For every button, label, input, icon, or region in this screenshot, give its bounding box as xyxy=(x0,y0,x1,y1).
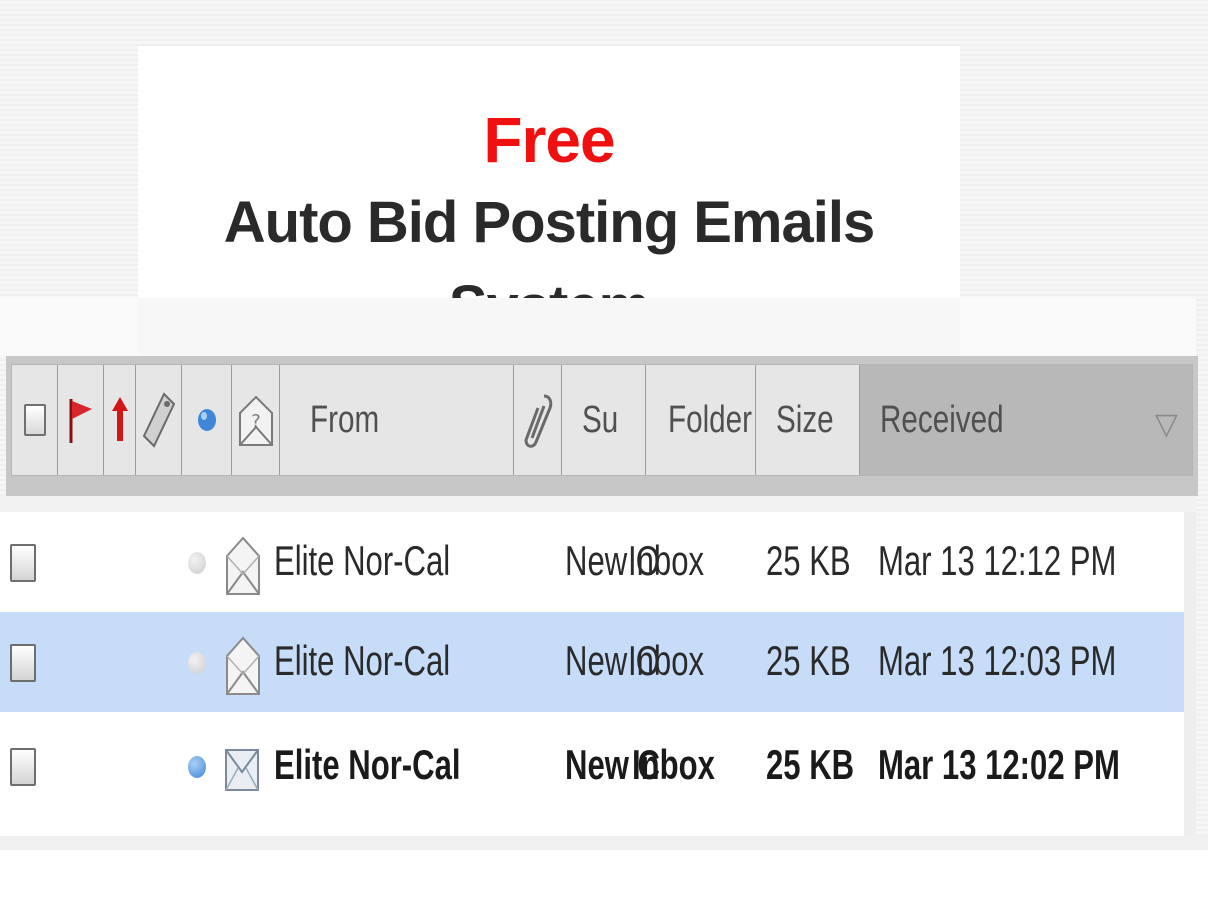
received-header-label: Received xyxy=(880,398,1004,441)
from-header-label: From xyxy=(310,398,380,441)
message-list-header: ? From Su Folder Size Received ▽ xyxy=(6,356,1198,496)
message-row[interactable]: Elite Nor-Cal New O Inbox 25 KB Mar 13 1… xyxy=(0,512,1184,612)
svg-text:?: ? xyxy=(251,411,261,432)
size-header-label: Size xyxy=(776,398,834,441)
column-from[interactable]: From xyxy=(280,365,514,475)
folder-header-label: Folder xyxy=(668,398,753,441)
status-dot-icon[interactable] xyxy=(188,652,206,674)
message-size: 25 KB xyxy=(766,741,855,788)
sort-descending-icon[interactable]: ▽ xyxy=(1155,407,1178,442)
message-from: Elite Nor-Cal xyxy=(274,537,451,584)
flag-icon xyxy=(69,399,92,443)
paperclip-icon xyxy=(523,394,552,448)
message-folder: Inbox xyxy=(628,537,705,584)
message-list: Elite Nor-Cal New O Inbox 25 KB Mar 13 1… xyxy=(0,496,1196,842)
message-from: Elite Nor-Cal xyxy=(274,637,451,684)
message-received: Mar 13 12:03 PM xyxy=(878,637,1117,684)
message-type-icon xyxy=(10,748,36,786)
message-type-icon xyxy=(10,544,36,582)
message-from: Elite Nor-Cal xyxy=(274,741,461,788)
banner-crop xyxy=(138,298,960,356)
column-attachment[interactable] xyxy=(514,365,562,475)
status-dot-icon xyxy=(197,409,216,431)
unread-dot-icon[interactable] xyxy=(188,756,206,778)
column-subject[interactable]: Su xyxy=(562,365,646,475)
message-folder: Inbox xyxy=(628,637,705,684)
column-status[interactable] xyxy=(182,365,232,475)
column-importance[interactable] xyxy=(104,365,136,475)
column-type[interactable] xyxy=(12,365,58,475)
column-flag[interactable] xyxy=(58,365,104,475)
vertical-scrollbar[interactable] xyxy=(1184,512,1196,842)
envelope-open-icon xyxy=(226,536,260,595)
message-type-icon xyxy=(10,644,36,682)
column-read-status[interactable]: ? xyxy=(232,365,280,475)
message-folder: Inbox xyxy=(632,741,715,788)
list-partial-row-bottom xyxy=(0,836,1208,850)
promo-banner: Free Auto Bid Posting Emails System xyxy=(138,46,960,336)
column-header-row: ? From Su Folder Size Received ▽ xyxy=(11,364,1193,476)
message-size: 25 KB xyxy=(766,537,851,584)
column-size[interactable]: Size xyxy=(756,365,860,475)
read-status-envelope-icon: ? xyxy=(238,395,273,446)
status-dot-icon[interactable] xyxy=(188,552,206,574)
message-received: Mar 13 12:12 PM xyxy=(878,537,1117,584)
column-category[interactable] xyxy=(136,365,182,475)
tag-icon xyxy=(142,392,175,448)
message-size: 25 KB xyxy=(766,637,851,684)
list-partial-row xyxy=(0,496,1196,512)
message-received: Mar 13 12:02 PM xyxy=(878,741,1120,788)
envelope-open-icon xyxy=(226,636,260,695)
column-received[interactable]: Received ▽ xyxy=(860,365,1192,475)
envelope-closed-icon xyxy=(225,749,259,791)
banner-title-line: Auto Bid Posting Emails xyxy=(223,190,876,255)
banner-free-text: Free xyxy=(483,104,615,176)
message-type-icon xyxy=(23,404,46,436)
message-row-unread[interactable]: Elite Nor-Cal New C Inbox 25 KB Mar 13 1… xyxy=(0,716,1184,816)
importance-icon xyxy=(111,397,128,441)
column-folder[interactable]: Folder xyxy=(646,365,756,475)
subject-header-label: Su xyxy=(582,398,619,441)
message-row-selected[interactable]: Elite Nor-Cal New O Inbox 25 KB Mar 13 1… xyxy=(0,612,1184,712)
